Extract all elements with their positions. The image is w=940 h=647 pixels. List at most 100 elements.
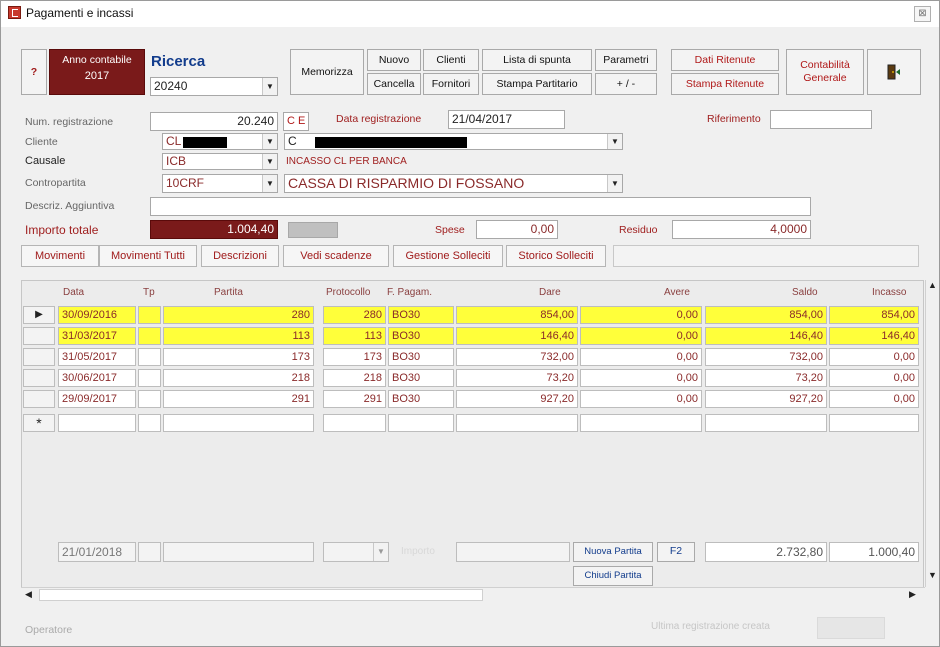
nuova-partita-button[interactable]: Nuova Partita bbox=[573, 542, 653, 562]
new-row-marker[interactable]: * bbox=[23, 414, 55, 432]
chevron-down-icon[interactable]: ▼ bbox=[262, 154, 277, 169]
chevron-down-icon[interactable]: ▼ bbox=[373, 543, 388, 561]
new-row-fpag[interactable] bbox=[388, 414, 454, 432]
plus-minus-button[interactable]: + / - bbox=[595, 73, 657, 95]
ce-field[interactable]: C E bbox=[283, 112, 309, 131]
cell-fpagam[interactable]: BO30 bbox=[388, 327, 454, 345]
cell-dare[interactable]: 732,00 bbox=[456, 348, 578, 366]
cell-saldo[interactable]: 73,20 bbox=[705, 369, 827, 387]
cell-protocollo[interactable]: 291 bbox=[323, 390, 386, 408]
footer-protocollo-combo[interactable]: ▼ bbox=[323, 542, 389, 562]
dati-ritenute-button[interactable]: Dati Ritenute bbox=[671, 49, 779, 71]
row-selector[interactable] bbox=[23, 390, 55, 408]
ricerca-combo[interactable]: 20240 ▼ bbox=[150, 77, 278, 96]
cell-fpagam[interactable]: BO30 bbox=[388, 369, 454, 387]
chevron-down-icon[interactable]: ▼ bbox=[607, 175, 622, 192]
cell-fpagam[interactable]: BO30 bbox=[388, 348, 454, 366]
cell-saldo[interactable]: 146,40 bbox=[705, 327, 827, 345]
cell-incasso[interactable]: 854,00 bbox=[829, 306, 919, 324]
cell-protocollo[interactable]: 218 bbox=[323, 369, 386, 387]
scroll-down-icon[interactable]: ▼ bbox=[928, 570, 937, 580]
parametri-button[interactable]: Parametri bbox=[595, 49, 657, 71]
cell-incasso[interactable]: 146,40 bbox=[829, 327, 919, 345]
cell-saldo[interactable]: 854,00 bbox=[705, 306, 827, 324]
cell-data[interactable]: 30/09/2016 bbox=[58, 306, 136, 324]
chevron-down-icon[interactable]: ▼ bbox=[262, 134, 277, 149]
tab-vedi-scadenze[interactable]: Vedi scadenze bbox=[283, 245, 389, 267]
scroll-left-icon[interactable]: ◀ bbox=[25, 589, 32, 600]
chevron-down-icon[interactable]: ▼ bbox=[607, 134, 622, 149]
cell-partita[interactable]: 280 bbox=[163, 306, 314, 324]
stampa-partitario-button[interactable]: Stampa Partitario bbox=[482, 73, 592, 95]
cell-avere[interactable]: 0,00 bbox=[580, 306, 702, 324]
cell-dare[interactable]: 146,40 bbox=[456, 327, 578, 345]
cell-protocollo[interactable]: 173 bbox=[323, 348, 386, 366]
chevron-down-icon[interactable]: ▼ bbox=[262, 175, 277, 192]
nuovo-button[interactable]: Nuovo bbox=[367, 49, 421, 71]
row-selector[interactable] bbox=[23, 348, 55, 366]
cliente-code-combo[interactable]: CL ▼ bbox=[162, 133, 278, 150]
cell-dare[interactable]: 73,20 bbox=[456, 369, 578, 387]
cell-partita[interactable]: 291 bbox=[163, 390, 314, 408]
footer-partita[interactable] bbox=[163, 542, 314, 562]
cell-saldo[interactable]: 927,20 bbox=[705, 390, 827, 408]
footer-tp[interactable] bbox=[138, 542, 161, 562]
cell-tp[interactable] bbox=[138, 327, 161, 345]
descrizione-aggiuntiva-field[interactable] bbox=[150, 197, 811, 216]
tab-descrizioni[interactable]: Descrizioni bbox=[201, 245, 279, 267]
cell-avere[interactable]: 0,00 bbox=[580, 348, 702, 366]
cell-saldo[interactable]: 732,00 bbox=[705, 348, 827, 366]
cell-tp[interactable] bbox=[138, 390, 161, 408]
num-registrazione-field[interactable]: 20.240 bbox=[150, 112, 278, 131]
cell-data[interactable]: 29/09/2017 bbox=[58, 390, 136, 408]
cell-dare[interactable]: 854,00 bbox=[456, 306, 578, 324]
chiudi-partita-button[interactable]: Chiudi Partita bbox=[573, 566, 653, 586]
data-registrazione-field[interactable]: 21/04/2017 bbox=[448, 110, 565, 129]
f2-button[interactable]: F2 bbox=[657, 542, 695, 562]
row-selector[interactable] bbox=[23, 369, 55, 387]
footer-date[interactable]: 21/01/2018 bbox=[58, 542, 136, 562]
scroll-thumb[interactable] bbox=[39, 589, 483, 601]
cell-partita[interactable]: 173 bbox=[163, 348, 314, 366]
cell-avere[interactable]: 0,00 bbox=[580, 390, 702, 408]
new-row-saldo[interactable] bbox=[705, 414, 827, 432]
exit-button[interactable] bbox=[867, 49, 921, 95]
contabilita-generale-button[interactable]: Contabilità Generale bbox=[786, 49, 864, 95]
cliente-name-combo[interactable]: C ▼ bbox=[284, 133, 623, 150]
chevron-down-icon[interactable]: ▼ bbox=[262, 78, 277, 95]
spese-field[interactable]: 0,00 bbox=[476, 220, 558, 239]
cell-data[interactable]: 31/05/2017 bbox=[58, 348, 136, 366]
horizontal-scrollbar[interactable]: ◀ ▶ bbox=[21, 587, 925, 602]
new-row-avere[interactable] bbox=[580, 414, 702, 432]
importo-totale-field[interactable]: 1.004,40 bbox=[150, 220, 278, 239]
lista-spunta-button[interactable]: Lista di spunta bbox=[482, 49, 592, 71]
tab-storico-solleciti[interactable]: Storico Solleciti bbox=[506, 245, 606, 267]
stampa-ritenute-button[interactable]: Stampa Ritenute bbox=[671, 73, 779, 95]
new-row-data[interactable] bbox=[58, 414, 136, 432]
close-button[interactable]: ⊠ bbox=[914, 6, 931, 22]
new-row-incasso[interactable] bbox=[829, 414, 919, 432]
riferimento-field[interactable] bbox=[770, 110, 872, 129]
cancella-button[interactable]: Cancella bbox=[367, 73, 421, 95]
help-button[interactable]: ? bbox=[21, 49, 47, 95]
cell-fpagam[interactable]: BO30 bbox=[388, 390, 454, 408]
vertical-scrollbar[interactable]: ▲ ▼ bbox=[925, 280, 939, 587]
row-selector[interactable] bbox=[23, 327, 55, 345]
cell-protocollo[interactable]: 113 bbox=[323, 327, 386, 345]
clienti-button[interactable]: Clienti bbox=[423, 49, 479, 71]
scroll-up-icon[interactable]: ▲ bbox=[928, 280, 937, 290]
scroll-right-icon[interactable]: ▶ bbox=[909, 589, 916, 600]
cell-tp[interactable] bbox=[138, 348, 161, 366]
cell-incasso[interactable]: 0,00 bbox=[829, 348, 919, 366]
new-row-protocollo[interactable] bbox=[323, 414, 386, 432]
fornitori-button[interactable]: Fornitori bbox=[423, 73, 479, 95]
cell-data[interactable]: 31/03/2017 bbox=[58, 327, 136, 345]
contropartita-combo[interactable]: 10CRF ▼ bbox=[162, 174, 278, 193]
new-row-partita[interactable] bbox=[163, 414, 314, 432]
cell-incasso[interactable]: 0,00 bbox=[829, 390, 919, 408]
memorizza-button[interactable]: Memorizza bbox=[290, 49, 364, 95]
residuo-field[interactable]: 4,0000 bbox=[672, 220, 811, 239]
cell-avere[interactable]: 0,00 bbox=[580, 369, 702, 387]
cell-partita[interactable]: 218 bbox=[163, 369, 314, 387]
footer-importo-field[interactable] bbox=[456, 542, 570, 562]
